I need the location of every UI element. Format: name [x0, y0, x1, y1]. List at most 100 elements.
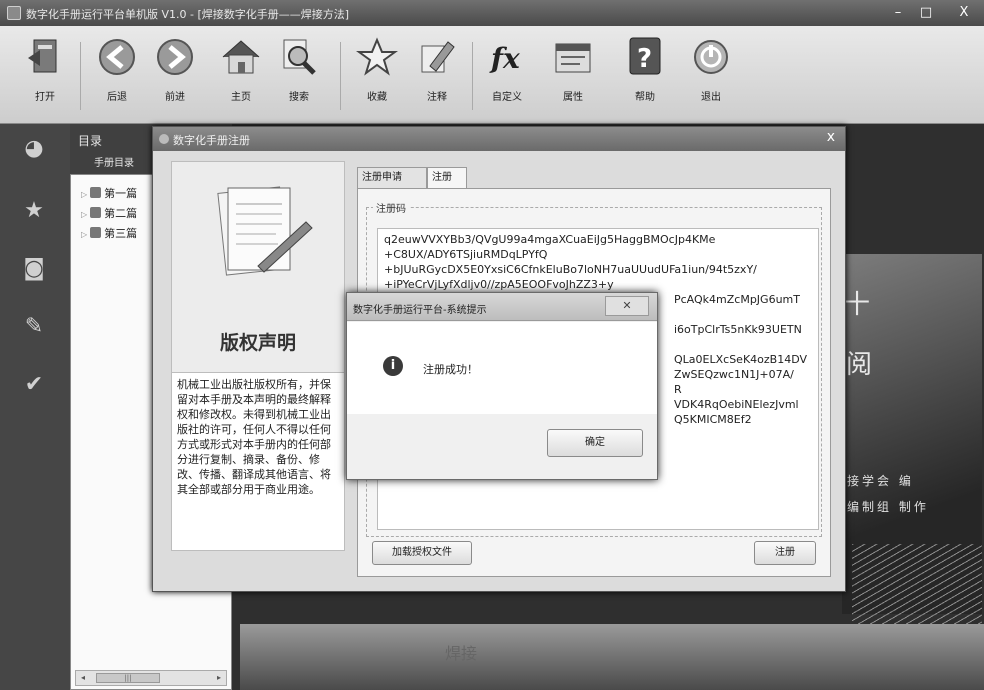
tree-item[interactable]: ▷ 第一篇 — [81, 185, 137, 201]
scrollbar-thumb[interactable]: ||| — [96, 673, 160, 683]
tree-item-label: 第一篇 — [104, 187, 138, 200]
fx-icon: fx — [489, 42, 520, 75]
search-panel-icon[interactable]: ◙ — [18, 254, 50, 284]
toolbar-separator — [80, 42, 81, 110]
book-icon — [90, 187, 102, 198]
toolbar-open-label: 打开 — [35, 92, 55, 103]
power-icon — [694, 40, 728, 74]
side-icon-bar: ◕ ★ ◙ ✎ ✔ — [0, 124, 70, 690]
toolbar-favorites-button[interactable]: 收藏 — [350, 36, 404, 118]
ok-button[interactable]: 确定 — [547, 429, 643, 457]
dialog-titlebar: 数字化手册注册 x — [153, 127, 845, 151]
register-button[interactable]: 注册 — [754, 541, 816, 565]
tab-register[interactable]: 注册 — [427, 167, 467, 190]
toolbar-help-button[interactable]: ? 帮助 — [618, 36, 672, 118]
code-line: +C8UX/ADY6TSjiuRMDqLPYfQ — [384, 248, 548, 261]
window-title: 数字化手册运行平台单机版 V1.0 - [焊接数字化手册——焊接方法] — [26, 8, 350, 21]
book-icon — [90, 207, 102, 218]
document-illustration — [217, 186, 313, 276]
maximize-button[interactable]: □ — [916, 4, 936, 22]
dialog-title: 数字化手册注册 — [173, 134, 250, 147]
catalog-subtitle: 手册目录 — [94, 158, 134, 169]
toolbar-annotate-button[interactable]: 注释 — [410, 36, 464, 118]
toolbar-home-button[interactable]: 主页 — [214, 36, 268, 118]
main-toolbar: 打开 后退 前进 主页 搜索 收藏 注释 fx 自定义 属性 ? 帮助 退出 — [0, 26, 984, 124]
scroll-left-icon[interactable]: ◂ — [76, 671, 90, 685]
search-icon — [283, 39, 316, 75]
cover-bottom-label: 焊接 — [445, 644, 478, 663]
message-text: 注册成功！ — [423, 363, 478, 376]
catalog-icon[interactable]: ◕ — [18, 134, 50, 164]
minimize-button[interactable]: – — [888, 4, 908, 22]
tree-item[interactable]: ▷ 第三篇 — [81, 225, 137, 241]
toolbar-home-label: 主页 — [231, 92, 251, 103]
tree-item[interactable]: ▷ 第二篇 — [81, 205, 137, 221]
favorites-star-icon[interactable]: ★ — [18, 196, 50, 226]
dialog-close-button[interactable]: x — [827, 129, 835, 145]
close-button[interactable]: X — [954, 4, 974, 22]
code-line: q2euwVVXYBb3/QVgU99a4mgaXCuaEiJg5HaggBMO… — [384, 233, 716, 246]
code-line: +bJUuRGycDX5E0YxsiC6CfnkEluBo7loNH7uaUUu… — [384, 263, 757, 276]
message-box-title: 数字化手册运行平台-系统提示 — [353, 305, 487, 316]
toolbar-forward-label: 前进 — [165, 92, 185, 103]
scroll-right-icon[interactable]: ▸ — [212, 671, 226, 685]
message-box-body: i 注册成功！ — [347, 322, 657, 414]
home-icon — [222, 40, 260, 74]
tree-item-label: 第二篇 — [104, 207, 138, 220]
toolbar-back-button[interactable]: 后退 — [90, 36, 144, 118]
toolbar-search-label: 搜索 — [289, 92, 309, 103]
open-icon — [28, 39, 57, 73]
toolbar-separator — [340, 42, 341, 110]
window-titlebar: 数字化手册运行平台单机版 V1.0 - [焊接数字化手册——焊接方法] – □ … — [0, 0, 984, 26]
properties-icon — [555, 43, 591, 73]
back-arrow-icon — [99, 39, 135, 75]
copyright-pane: 版权声明 机械工业出版社版权所有，并保留对本手册及本声明的最终解释权和修改权。未… — [171, 161, 345, 551]
tree-item-label: 第三篇 — [104, 227, 138, 240]
pen-icon — [421, 41, 455, 73]
cover-bottom-strip: 焊接 — [240, 624, 984, 690]
register-code-label: 注册码 — [373, 200, 409, 215]
toolbar-properties-button[interactable]: 属性 — [546, 36, 600, 118]
expand-toggle-icon[interactable]: ▷ — [81, 190, 87, 199]
cover-text-line: 册编制组 制作 — [832, 500, 929, 514]
star-icon — [356, 37, 398, 76]
toolbar-back-label: 后退 — [107, 92, 127, 103]
message-box-titlebar: 数字化手册运行平台-系统提示 ✕ — [347, 293, 657, 321]
copyright-title: 版权声明 — [219, 332, 296, 354]
toolbar-properties-label: 属性 — [563, 92, 583, 103]
forward-arrow-icon — [157, 39, 193, 75]
annotation-pen-icon[interactable]: ✎ — [18, 312, 50, 342]
bookmark-check-icon[interactable]: ✔ — [18, 370, 50, 400]
toolbar-exit-label: 退出 — [701, 92, 721, 103]
info-icon: i — [383, 356, 403, 376]
catalog-title: 目录 — [78, 134, 103, 148]
catalog-horizontal-scrollbar[interactable]: ◂ ||| ▸ — [75, 670, 227, 686]
toolbar-open-button[interactable]: 打开 — [18, 36, 72, 118]
toolbar-help-label: 帮助 — [635, 92, 655, 103]
toolbar-search-button[interactable]: 搜索 — [272, 36, 326, 118]
expand-toggle-icon[interactable]: ▷ — [81, 230, 87, 239]
dialog-app-icon — [159, 134, 169, 144]
help-icon: ? — [629, 37, 661, 75]
tab-register-request[interactable]: 注册申请 — [357, 167, 427, 189]
copyright-text: 机械工业出版社版权所有，并保留对本手册及本声明的最终解释权和修改权。未得到机械工… — [172, 372, 344, 550]
book-icon — [90, 227, 102, 238]
svg-text:fx: fx — [489, 42, 520, 75]
toolbar-separator — [472, 42, 473, 110]
app-icon — [7, 6, 21, 20]
toolbar-annotate-label: 注释 — [427, 92, 447, 103]
expand-toggle-icon[interactable]: ▷ — [81, 210, 87, 219]
svg-text:?: ? — [637, 44, 652, 74]
cover-char: 十 — [844, 290, 871, 320]
toolbar-custom-button[interactable]: fx 自定义 — [480, 36, 534, 118]
system-message-box: 数字化手册运行平台-系统提示 ✕ i 注册成功！ 确定 — [346, 292, 658, 480]
cover-wire-lines — [852, 544, 982, 634]
message-box-close-button[interactable]: ✕ — [605, 296, 649, 316]
toolbar-exit-button[interactable]: 退出 — [684, 36, 738, 118]
load-license-file-button[interactable]: 加载授权文件 — [372, 541, 472, 565]
code-line: +iPYeCrVjLyfXdljv0//zpA5EOOFvoJhZZ3+y — [384, 278, 614, 291]
toolbar-favorites-label: 收藏 — [367, 92, 387, 103]
cover-char: 阅 — [846, 350, 873, 380]
toolbar-forward-button[interactable]: 前进 — [148, 36, 202, 118]
toolbar-custom-label: 自定义 — [492, 92, 522, 103]
